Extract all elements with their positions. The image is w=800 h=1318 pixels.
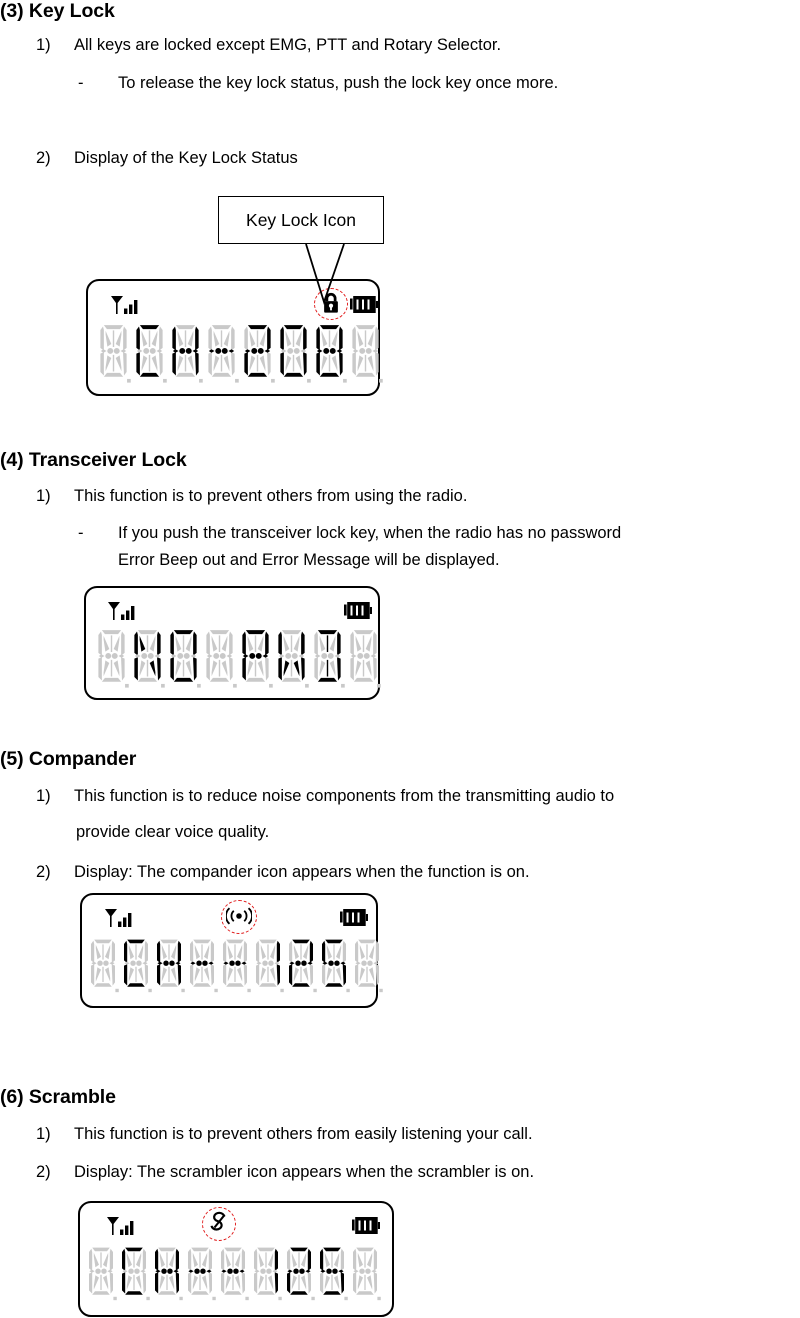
lcd-display-no-password xyxy=(84,586,382,700)
lcd-character xyxy=(217,1243,249,1305)
lcd-character xyxy=(186,935,218,997)
lcd-character xyxy=(96,323,131,385)
lcd-character xyxy=(348,323,383,385)
lcd-character xyxy=(219,935,251,997)
list-marker: 1) xyxy=(36,1125,51,1143)
callout-box-key-lock-icon: Key Lock Icon xyxy=(218,196,384,244)
lcd-character xyxy=(166,628,201,690)
lcd-character xyxy=(202,628,237,690)
scrambler-icon xyxy=(210,1211,226,1231)
lcd-display-compander xyxy=(80,893,383,1008)
lcd-character-row xyxy=(85,1243,382,1305)
lcd-character xyxy=(94,628,129,690)
list-item: 2) Display: The compander icon appears w… xyxy=(36,861,788,884)
antenna-signal-icon xyxy=(107,1217,134,1235)
callout-tail xyxy=(305,243,345,305)
lcd-character xyxy=(85,1243,117,1305)
section-heading-compander: (5) Compander xyxy=(0,748,137,770)
antenna-signal-icon xyxy=(111,296,138,314)
lcd-character xyxy=(238,628,273,690)
lcd-character-row xyxy=(96,323,384,385)
lcd-character xyxy=(240,323,275,385)
antenna-signal-icon xyxy=(105,909,132,927)
list-item: 1) This function is to prevent others fr… xyxy=(36,485,788,508)
battery-icon xyxy=(340,909,368,926)
sub-list-item: - To release the key lock status, push t… xyxy=(78,72,788,95)
callout-label: Key Lock Icon xyxy=(246,209,356,230)
section-heading-scramble: (6) Scramble xyxy=(0,1086,116,1108)
lcd-display-scramble xyxy=(78,1201,394,1317)
list-item: 1) All keys are locked except EMG, PTT a… xyxy=(36,34,788,57)
lcd-character xyxy=(252,935,284,997)
list-text: Display: The compander icon appears when… xyxy=(74,863,530,881)
list-marker: 1) xyxy=(36,36,51,54)
compander-icon xyxy=(226,907,252,925)
list-text: Display: The scrambler icon appears when… xyxy=(74,1163,535,1181)
list-text: All keys are locked except EMG, PTT and … xyxy=(74,36,502,54)
list-marker: 1) xyxy=(36,487,51,505)
lcd-character xyxy=(130,628,165,690)
lcd-character xyxy=(316,1243,348,1305)
lcd-character xyxy=(184,1243,216,1305)
lcd-character xyxy=(285,935,317,997)
lcd-character xyxy=(346,628,381,690)
lcd-character xyxy=(283,1243,315,1305)
lcd-character xyxy=(310,628,345,690)
list-marker: 1) xyxy=(36,787,51,805)
lcd-character-row xyxy=(94,628,382,690)
list-text-continuation: provide clear voice quality. xyxy=(76,823,270,841)
sub-list-marker: - xyxy=(78,524,84,542)
lcd-character xyxy=(312,323,347,385)
battery-icon xyxy=(352,1217,380,1234)
sub-list-marker: - xyxy=(78,74,84,92)
list-text: This function is to prevent others from … xyxy=(74,1125,533,1143)
section-heading-key-lock: (3) Key Lock xyxy=(0,0,115,22)
battery-icon xyxy=(344,602,372,619)
sub-list-text: If you push the transceiver lock key, wh… xyxy=(118,524,622,542)
list-text: This function is to prevent others from … xyxy=(74,487,468,505)
section-heading-transceiver-lock: (4) Transceiver Lock xyxy=(0,449,187,471)
lcd-character xyxy=(351,935,383,997)
list-text: This function is to reduce noise compone… xyxy=(74,787,615,805)
lcd-character-row xyxy=(87,935,384,997)
list-marker: 2) xyxy=(36,863,51,881)
list-item: 1) This function is to prevent others fr… xyxy=(36,1123,788,1146)
antenna-signal-icon xyxy=(108,602,135,620)
sub-list-item: - If you push the transceiver lock key, … xyxy=(78,522,800,545)
lcd-character xyxy=(168,323,203,385)
lcd-character xyxy=(204,323,239,385)
lcd-character xyxy=(151,1243,183,1305)
list-item: 2) Display: The scrambler icon appears w… xyxy=(36,1161,788,1184)
lcd-character xyxy=(318,935,350,997)
list-marker: 2) xyxy=(36,1163,51,1181)
lcd-character xyxy=(274,628,309,690)
list-item: 1) This function is to reduce noise comp… xyxy=(36,785,800,808)
sub-list-text-continuation: Error Beep out and Error Message will be… xyxy=(118,551,500,569)
lcd-character xyxy=(276,323,311,385)
manual-page: (3) Key Lock 1) All keys are locked exce… xyxy=(0,0,800,1318)
lcd-character xyxy=(132,323,167,385)
lcd-character xyxy=(120,935,152,997)
sub-list-text: To release the key lock status, push the… xyxy=(118,74,559,92)
list-item: 2) Display of the Key Lock Status xyxy=(36,147,788,170)
lcd-character xyxy=(153,935,185,997)
list-marker: 2) xyxy=(36,149,51,167)
lcd-character xyxy=(87,935,119,997)
lcd-character xyxy=(349,1243,381,1305)
lcd-character xyxy=(118,1243,150,1305)
list-text: Display of the Key Lock Status xyxy=(74,149,298,167)
lcd-character xyxy=(250,1243,282,1305)
